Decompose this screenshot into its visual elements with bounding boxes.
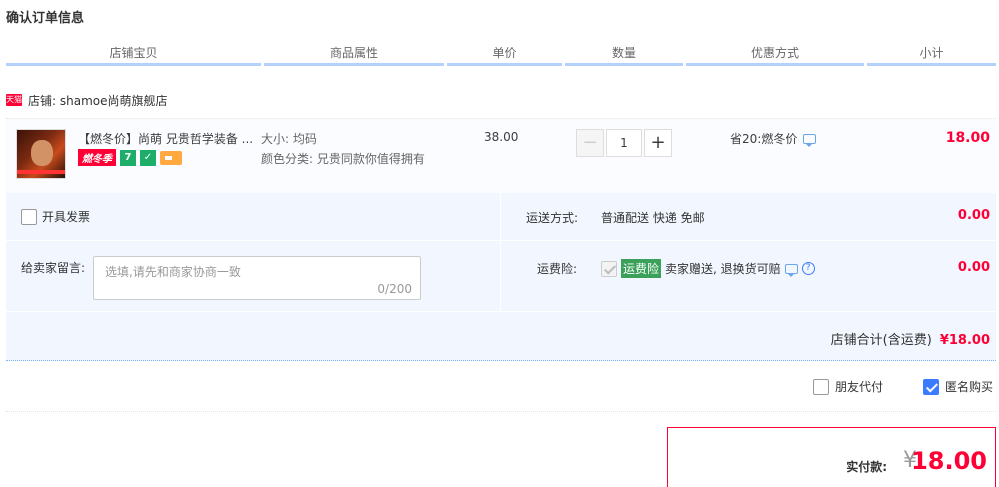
message-char-counter: 0/200 bbox=[377, 282, 412, 296]
column-header-attributes: 商品属性 bbox=[264, 44, 444, 66]
anonymous-checkbox[interactable] bbox=[922, 378, 939, 395]
attribute-color: 颜色分类: 兄贵同款你值得拥有 bbox=[261, 152, 425, 166]
item-subtotal: 18.00 bbox=[945, 130, 990, 146]
shop-name[interactable]: 店铺: shamoe尚萌旗舰店 bbox=[28, 92, 167, 109]
column-header-item: 店铺宝贝 bbox=[6, 44, 261, 66]
purchase-options: 朋友代付 匿名购买 bbox=[812, 378, 993, 395]
anonymous-label: 匿名购买 bbox=[944, 380, 993, 394]
shop-total: 店铺合计(含运费) ¥18.00 bbox=[831, 329, 990, 348]
message-label: 给卖家留言: bbox=[21, 261, 86, 275]
quantity-plus-button[interactable]: + bbox=[644, 129, 672, 157]
shop-total-label: 店铺合计(含运费) bbox=[830, 333, 932, 348]
quantity-stepper: − 1 + bbox=[576, 129, 672, 157]
order-item-row: 【燃冬价】尚萌 兄贵哲学装备 ... 燃冬季 7 ✓ 大小: 均码 颜色分类: … bbox=[6, 118, 996, 193]
product-image-stripe bbox=[17, 170, 65, 174]
seven-day-return-icon[interactable]: 7 bbox=[120, 149, 136, 166]
winter-sale-badge[interactable]: 燃冬季 bbox=[78, 149, 116, 166]
shop-line: 天猫 店铺: shamoe尚萌旗舰店 bbox=[6, 92, 167, 108]
guarantee-icon[interactable]: ✓ bbox=[140, 149, 156, 166]
delivery-label: 运送方式: bbox=[526, 211, 579, 225]
panel-divider-vertical bbox=[500, 193, 501, 311]
unit-price: 38.00 bbox=[484, 130, 519, 144]
message-placeholder: 选填,请先和商家协商一致 bbox=[105, 265, 241, 279]
friend-pay-label: 朋友代付 bbox=[834, 380, 883, 394]
invoice-checkbox[interactable] bbox=[21, 208, 37, 225]
page-title: 确认订单信息 bbox=[6, 11, 85, 26]
product-name-link[interactable]: 【燃冬价】尚萌 兄贵哲学装备 ... bbox=[78, 130, 258, 147]
section-divider bbox=[6, 411, 996, 412]
product-thumbnail[interactable] bbox=[16, 129, 66, 179]
payment-label: 实付款: bbox=[846, 460, 887, 474]
insurance-price: 0.00 bbox=[957, 260, 990, 275]
promotion-info: 省20:燃冬价 bbox=[730, 130, 817, 147]
panel-divider-horizontal bbox=[6, 311, 996, 312]
chat-icon[interactable] bbox=[784, 263, 798, 277]
insurance-badge: 运费险 bbox=[621, 259, 662, 278]
friend-pay-option[interactable]: 朋友代付 bbox=[812, 378, 883, 395]
quantity-minus-button[interactable]: − bbox=[576, 129, 604, 157]
promotion-text: 省20:燃冬价 bbox=[730, 132, 798, 146]
order-extras-panel: 开具发票 运送方式: 普通配送 快递 免邮 0.00 给卖家留言: 选填,请先和… bbox=[6, 193, 996, 361]
product-image-face bbox=[31, 140, 53, 166]
payment-summary: 实付款: ¥ 18.00 bbox=[667, 427, 996, 487]
shipping-insurance: 运费险 卖家赠送, 退换货可赔 ? bbox=[601, 259, 815, 278]
insurance-text: 卖家赠送, 退换货可赔 bbox=[665, 262, 781, 276]
seller-message-textarea[interactable]: 选填,请先和商家协商一致 0/200 bbox=[93, 256, 421, 300]
tmall-icon: 天猫 bbox=[6, 94, 22, 106]
credit-card-icon[interactable] bbox=[160, 150, 182, 165]
friend-pay-checkbox[interactable] bbox=[812, 378, 829, 395]
insurance-label: 运费险: bbox=[537, 262, 578, 276]
column-header-price: 单价 bbox=[447, 44, 562, 66]
attribute-size: 大小: 均码 bbox=[261, 132, 317, 146]
delivery-method: 普通配送 快递 免邮 bbox=[601, 211, 705, 225]
invoice-label: 开具发票 bbox=[42, 210, 91, 224]
payment-amount: 18.00 bbox=[911, 447, 987, 475]
shop-total-amount: ¥18.00 bbox=[939, 333, 990, 348]
chat-icon[interactable] bbox=[803, 133, 817, 147]
column-header-quantity: 数量 bbox=[565, 44, 683, 66]
delivery-price: 0.00 bbox=[957, 208, 990, 223]
column-header-promotion: 优惠方式 bbox=[686, 44, 864, 66]
column-header: 店铺宝贝 商品属性 单价 数量 优惠方式 小计 bbox=[6, 44, 996, 66]
help-icon[interactable]: ? bbox=[801, 262, 815, 275]
invoice-option[interactable]: 开具发票 bbox=[21, 208, 90, 225]
insurance-checkbox bbox=[601, 260, 617, 277]
quantity-input[interactable]: 1 bbox=[606, 129, 642, 157]
column-header-subtotal: 小计 bbox=[867, 44, 996, 66]
panel-divider-horizontal bbox=[6, 240, 996, 241]
anonymous-option[interactable]: 匿名购买 bbox=[922, 378, 993, 395]
product-badges: 燃冬季 7 ✓ bbox=[78, 149, 182, 166]
